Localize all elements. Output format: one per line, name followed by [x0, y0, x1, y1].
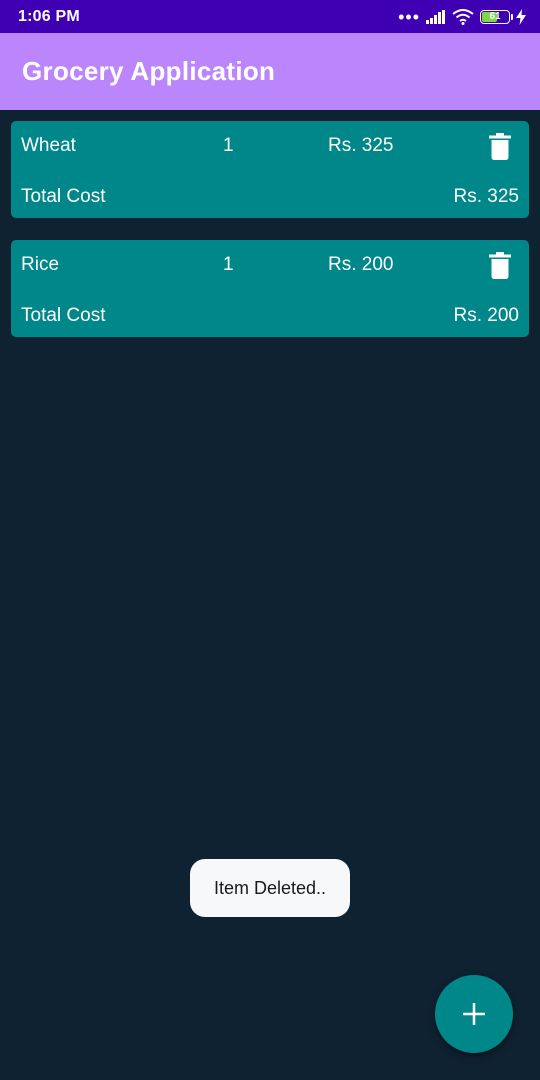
status-time: 1:06 PM [18, 7, 80, 25]
notification-dots: ••• [398, 6, 420, 27]
delete-button[interactable] [489, 133, 511, 160]
plus-icon [463, 1003, 485, 1025]
battery-level: 61 [489, 11, 501, 22]
item-name: Rice [21, 254, 60, 275]
toast-message: Item Deleted.. [190, 859, 350, 917]
item-price: Rs. 200 [328, 254, 394, 275]
toast-text: Item Deleted.. [213, 877, 327, 898]
signal-icon [426, 9, 445, 24]
grocery-item-card: Rice 1 Rs. 200 Total Cost Rs. 200 [11, 240, 529, 337]
add-item-button[interactable] [435, 975, 513, 1053]
total-cost-value: Rs. 325 [453, 186, 519, 207]
total-cost-label: Total Cost [21, 305, 106, 326]
status-bar: 1:06 PM ••• 61 [0, 0, 540, 33]
total-cost-label: Total Cost [21, 186, 106, 207]
status-icons: ••• 61 [398, 8, 526, 26]
item-quantity: 1 [223, 254, 234, 275]
charging-icon [516, 8, 526, 25]
trash-icon [489, 252, 511, 279]
delete-button[interactable] [489, 252, 511, 279]
app-bar: Grocery Application [0, 33, 540, 110]
item-price: Rs. 325 [328, 135, 394, 156]
grocery-list: Wheat 1 Rs. 325 Total Cost Rs. 325 Rice … [11, 121, 529, 359]
app-title: Grocery Application [22, 56, 276, 86]
battery-tip [511, 13, 513, 20]
wifi-icon [452, 8, 474, 25]
grocery-item-card: Wheat 1 Rs. 325 Total Cost Rs. 325 [11, 121, 529, 218]
item-quantity: 1 [223, 135, 234, 156]
item-name: Wheat [21, 135, 76, 156]
trash-icon [489, 133, 511, 160]
total-cost-value: Rs. 200 [453, 305, 519, 326]
battery-icon: 61 [480, 9, 513, 24]
